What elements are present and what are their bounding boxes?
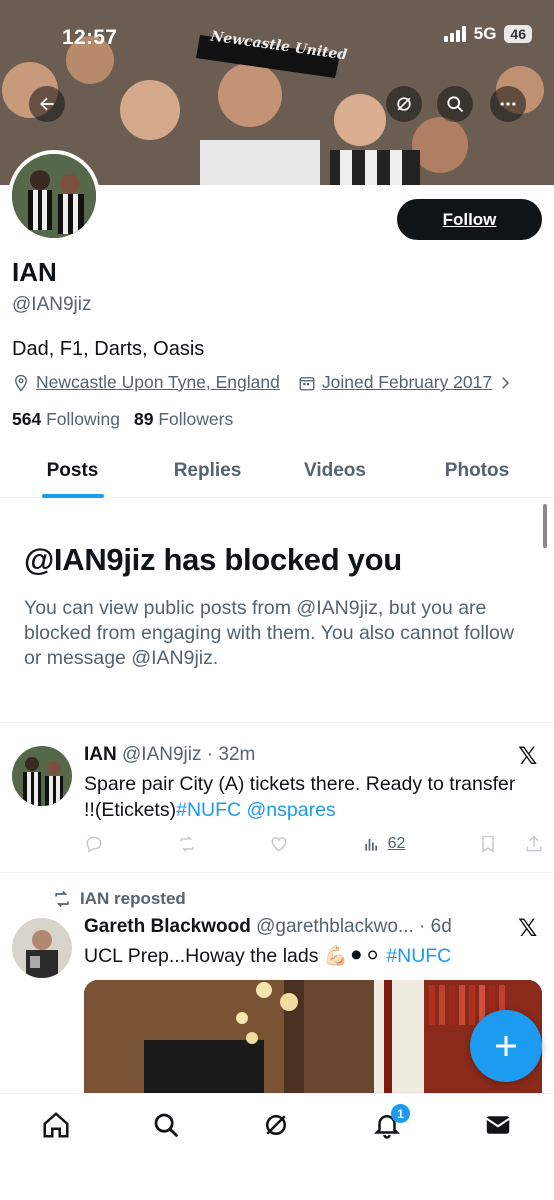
tweet-hashtag[interactable]: #NUFC <box>386 945 451 967</box>
follow-button[interactable]: Follow <box>397 199 542 240</box>
like-icon[interactable] <box>269 834 289 854</box>
tweet-time[interactable]: 6d <box>431 916 452 937</box>
tweet-time[interactable]: 32m <box>218 744 255 765</box>
joined-date[interactable]: Joined February 2017 <box>322 372 492 393</box>
tab-videos[interactable]: Videos <box>270 446 400 496</box>
more-button[interactable] <box>490 86 526 122</box>
status-indicators: 5G 46 <box>443 24 532 44</box>
following-stat[interactable]: 564 Following <box>12 409 120 430</box>
search-button[interactable] <box>437 86 473 122</box>
location-link[interactable]: Newcastle Upon Tyne, England <box>36 372 280 393</box>
tab-label: Posts <box>46 460 99 481</box>
following-label: Following <box>46 409 121 429</box>
bookmark-icon[interactable] <box>478 834 498 854</box>
tweet-text[interactable]: Spare pair City (A) tickets there. Ready… <box>84 771 546 823</box>
profile-name: IAN <box>12 257 57 287</box>
notification-badge: 1 <box>391 1104 410 1123</box>
tab-label: Photos <box>444 460 510 481</box>
repost-icon[interactable] <box>177 834 197 854</box>
tweet-author[interactable]: Gareth Blackwood <box>84 916 251 937</box>
tab-replies[interactable]: Replies <box>145 446 270 496</box>
tweet-text-line: !!(Etickets)#NUFC @nspares <box>84 797 546 823</box>
followers-stat[interactable]: 89 Followers <box>134 409 233 430</box>
repost-icon <box>55 890 69 908</box>
separator: · <box>201 744 219 765</box>
tweet-text-plain: !!(Etickets) <box>84 799 177 821</box>
profile-bio: Dad, F1, Darts, Oasis <box>12 338 205 360</box>
location-pin-icon <box>15 374 27 392</box>
profile-tabs: Posts Replies Videos Photos <box>0 446 554 498</box>
separator: · <box>413 916 431 937</box>
tweet-text[interactable]: UCL Prep...Howay the lads 💪🏻⚫⚪ #NUFC <box>84 943 524 969</box>
tweet-handle[interactable]: @garethblackwo... <box>256 916 414 937</box>
nav-notifications[interactable]: 1 <box>370 1104 410 1142</box>
views-count[interactable]: 62 <box>362 834 406 854</box>
signal-icon <box>443 26 466 42</box>
tweet-links[interactable]: #NUFC @nspares <box>176 799 336 821</box>
messages-icon <box>486 1116 510 1134</box>
tweet-header: IAN @IAN9jiz · 32m <box>84 744 255 766</box>
tweet-avatar[interactable] <box>12 918 72 978</box>
avatar-photo <box>12 154 96 238</box>
divider <box>0 722 554 723</box>
profile-avatar[interactable] <box>8 150 100 242</box>
calendar-icon <box>299 376 315 390</box>
search-icon <box>154 1113 179 1138</box>
search-icon <box>447 96 464 113</box>
tweet-avatar[interactable] <box>12 746 72 806</box>
tab-photos[interactable]: Photos <box>400 446 554 496</box>
profile-banner: Newcastle United 12:57 5G 46 <box>0 0 554 185</box>
reply-icon[interactable] <box>84 834 104 854</box>
network-label: 5G <box>473 24 497 43</box>
views-value: 62 <box>387 835 406 852</box>
status-time: 12:57 <box>62 26 118 49</box>
back-button[interactable] <box>29 86 65 122</box>
repost-indicator: IAN reposted <box>52 889 186 909</box>
tweet-actions-right <box>478 834 544 854</box>
grok-icon <box>397 97 411 111</box>
share-icon[interactable] <box>524 834 544 854</box>
grok-button[interactable] <box>386 86 422 122</box>
follow-stats: 564 Following 89 Followers <box>12 409 233 430</box>
nav-grok[interactable] <box>259 1108 293 1142</box>
home-icon <box>43 1112 69 1138</box>
compose-button[interactable] <box>470 1010 542 1082</box>
tweet-actions: 62 <box>84 834 544 854</box>
blocked-text: You can view public posts from @IAN9jiz,… <box>24 597 514 669</box>
battery-icon: 46 <box>504 25 532 43</box>
nav-messages[interactable] <box>481 1108 515 1142</box>
x-logo-icon: 𝕏 <box>518 743 538 770</box>
tweet-handle[interactable]: @IAN9jiz <box>122 744 201 765</box>
nav-home[interactable] <box>39 1108 73 1142</box>
followers-label: Followers <box>158 409 234 429</box>
grok-icon <box>266 1115 286 1135</box>
repost-label[interactable]: IAN reposted <box>80 889 186 909</box>
tweet-text-line: Spare pair City (A) tickets there. Ready… <box>84 773 516 795</box>
profile-handle: @IAN9jiz <box>12 294 92 315</box>
following-count: 564 <box>12 409 42 429</box>
tweet-author[interactable]: IAN <box>84 744 117 765</box>
back-arrow-icon <box>40 97 54 111</box>
tab-label: Replies <box>173 460 242 481</box>
views-icon <box>364 839 377 851</box>
tab-posts[interactable]: Posts <box>0 446 145 498</box>
avatar-photo <box>12 918 72 978</box>
divider <box>0 872 554 873</box>
profile-meta: Newcastle Upon Tyne, England Joined Febr… <box>12 372 520 393</box>
more-icon <box>500 102 516 106</box>
tab-label: Videos <box>304 460 366 481</box>
nav-search[interactable] <box>149 1108 183 1142</box>
followers-count: 89 <box>134 409 154 429</box>
active-tab-indicator <box>41 494 104 498</box>
compose-plus-icon <box>496 1036 516 1056</box>
blocked-title: @IAN9jiz has blocked you <box>24 542 402 577</box>
chevron-right-icon[interactable] <box>496 374 514 392</box>
tweet-text-plain: UCL Prep...Howay the lads 💪🏻⚫⚪ <box>84 945 381 967</box>
avatar-photo <box>12 746 72 806</box>
scrollbar[interactable] <box>543 504 547 548</box>
bottom-nav: 1 <box>0 1093 554 1200</box>
x-logo-icon: 𝕏 <box>518 915 538 942</box>
tweet-header: Gareth Blackwood @garethblackwo... · 6d <box>84 916 452 938</box>
